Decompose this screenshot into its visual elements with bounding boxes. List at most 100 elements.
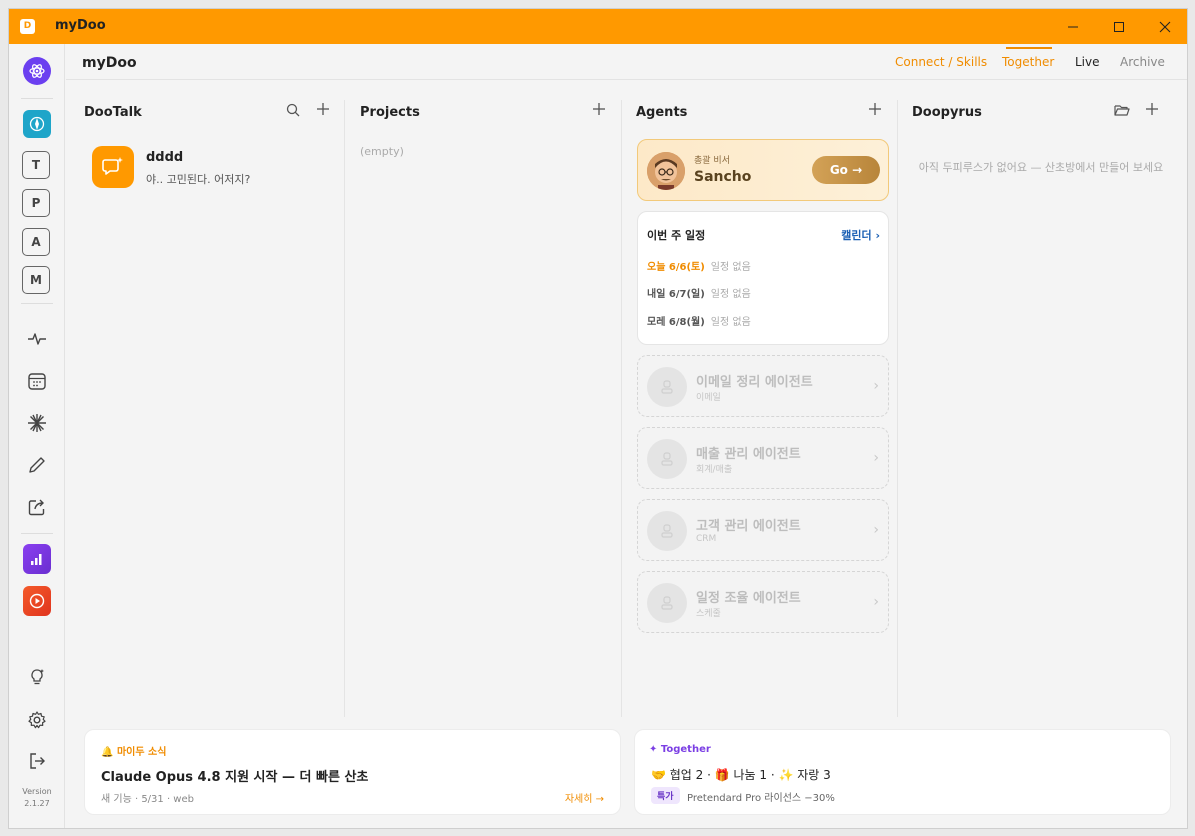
tab-archive[interactable]: Archive — [1120, 55, 1165, 69]
agent-card-schedule[interactable]: 일정 조율 에이전트 스케줄 › — [637, 571, 889, 633]
home-atom-button[interactable] — [23, 57, 51, 85]
together-tag: ✦ Together — [649, 744, 711, 755]
news-title: Claude Opus 4.8 지원 시작 — 더 빠른 산초 — [101, 770, 369, 785]
chat-name: dddd — [146, 150, 184, 165]
agent-card-sales[interactable]: 매출 관리 에이전트 회계/매출 › — [637, 427, 889, 489]
plus-icon — [869, 103, 881, 115]
tab-together[interactable]: Together — [1002, 55, 1054, 69]
plus-icon — [317, 103, 329, 115]
news-more-link[interactable]: 자세히 → — [565, 790, 604, 805]
minimize-icon — [1068, 26, 1078, 27]
analytics-app-button[interactable] — [23, 544, 51, 574]
agent-placeholder-icon — [647, 439, 687, 479]
starburst-icon — [28, 414, 46, 432]
news-tag: 🔔 마이두 소식 — [101, 743, 166, 758]
schedule-row: 모레 6/8(월) 일정 없음 — [647, 313, 751, 328]
schedule-day: 모레 6/8(월) — [647, 317, 705, 328]
chat-avatar — [92, 146, 134, 188]
share-button[interactable] — [22, 492, 52, 522]
calendar-link[interactable]: 캘린더 › — [841, 227, 880, 243]
version-label: Version — [22, 787, 52, 796]
maximize-button[interactable] — [1096, 9, 1142, 44]
sancho-card[interactable]: 총괄 비서 Sancho Go → — [637, 139, 889, 201]
minimize-button[interactable] — [1050, 9, 1096, 44]
schedule-day: 내일 6/7(일) — [647, 289, 705, 300]
column-divider — [344, 100, 345, 717]
schedule-status: 일정 없음 — [710, 289, 751, 300]
gear-icon — [28, 711, 46, 729]
sidebar-item-a[interactable]: A — [22, 228, 50, 256]
promo-text[interactable]: Pretendard Pro 라이선스 −30% — [687, 789, 835, 804]
bar-chart-icon — [31, 554, 42, 565]
bell-icon: 🔔 — [101, 747, 114, 758]
sidebar-item-m[interactable]: M — [22, 266, 50, 294]
news-card[interactable]: 🔔 마이두 소식 Claude Opus 4.8 지원 시작 — 더 빠른 산초… — [84, 729, 621, 815]
settings-button[interactable] — [22, 705, 52, 735]
projects-add-button[interactable] — [590, 100, 608, 118]
agent-placeholder-icon — [647, 367, 687, 407]
play-circle-icon — [29, 593, 45, 609]
edit-button[interactable] — [22, 450, 52, 480]
dootalk-search-button[interactable] — [284, 101, 302, 119]
search-icon — [286, 103, 300, 117]
agent-card-crm[interactable]: 고객 관리 에이전트 CRM › — [637, 499, 889, 561]
avatar-illustration-icon — [647, 152, 685, 190]
dootalk-add-button[interactable] — [314, 100, 332, 118]
media-app-button[interactable] — [23, 586, 51, 616]
logout-button[interactable] — [22, 746, 52, 776]
title-bar[interactable]: D myDoo — [9, 9, 1187, 44]
atom-icon — [29, 64, 45, 78]
close-button[interactable] — [1142, 9, 1187, 44]
column-divider — [897, 100, 898, 717]
schedule-status: 일정 없음 — [710, 317, 751, 328]
doopyrus-title: Doopyrus — [912, 105, 982, 120]
activity-button[interactable] — [22, 324, 52, 354]
share-icon — [28, 499, 45, 516]
brand-title: myDoo — [82, 55, 137, 71]
agents-add-button[interactable] — [866, 100, 884, 118]
schedule-status: 일정 없음 — [710, 262, 751, 273]
tab-live[interactable]: Live — [1075, 55, 1100, 69]
plus-icon — [1146, 103, 1158, 115]
sancho-go-button[interactable]: Go → — [812, 156, 880, 184]
lightbulb-icon — [31, 669, 44, 685]
active-tab-indicator — [1006, 47, 1052, 49]
compass-app-button[interactable] — [23, 110, 51, 138]
sidebar-item-t[interactable]: T — [22, 151, 50, 179]
calendar-button[interactable] — [22, 366, 52, 396]
tab-connect-skills[interactable]: Connect / Skills — [895, 55, 987, 69]
chat-list-item[interactable]: dddd 야.. 고민된다. 어저지? — [84, 139, 334, 195]
top-bar: myDoo Connect / Skills Together Live Arc… — [66, 44, 1187, 80]
projects-empty-text: (empty) — [360, 145, 404, 158]
together-card[interactable]: ✦ Together 🤝 협업 2 · 🎁 나눔 1 · ✨ 자랑 3 특가 P… — [634, 729, 1171, 815]
weekly-schedule-card: 이번 주 일정 캘린더 › 오늘 6/6(토) 일정 없음 내일 6/7(일) 일정… — [637, 211, 889, 345]
column-divider — [621, 100, 622, 717]
agent-category: 이메일 — [696, 393, 721, 403]
sidebar-divider — [21, 98, 53, 99]
doopyrus-add-button[interactable] — [1143, 100, 1161, 118]
dootalk-title: DooTalk — [84, 105, 142, 120]
maximize-icon — [1114, 21, 1124, 32]
window-title: myDoo — [55, 18, 106, 33]
folder-open-icon — [1114, 105, 1130, 116]
chevron-right-icon: › — [873, 378, 879, 394]
pencil-icon — [29, 457, 45, 473]
app-window: D myDoo T P A M Version 2.1.27 myDoo Con… — [8, 8, 1188, 829]
agent-name: 매출 관리 에이전트 — [696, 447, 801, 462]
agent-category: 회계/매출 — [696, 465, 733, 475]
chevron-right-icon: › — [873, 522, 879, 538]
doopyrus-empty-text: 아직 두피루스가 없어요 — 산초방에서 만들어 보세요 — [918, 161, 1164, 174]
promo-badge: 특가 — [651, 787, 680, 804]
spark-button[interactable] — [22, 408, 52, 438]
logout-icon — [30, 753, 45, 769]
sidebar-divider — [21, 533, 53, 534]
plus-icon — [593, 103, 605, 115]
tips-button[interactable] — [22, 662, 52, 692]
sidebar-item-p[interactable]: P — [22, 189, 50, 217]
sidebar-divider — [21, 303, 53, 304]
agent-card-email[interactable]: 이메일 정리 에이전트 이메일 › — [637, 355, 889, 417]
sancho-avatar — [647, 152, 685, 190]
agent-name: 일정 조율 에이전트 — [696, 591, 801, 606]
pulse-icon — [28, 333, 46, 345]
doopyrus-folder-button[interactable] — [1113, 101, 1131, 119]
